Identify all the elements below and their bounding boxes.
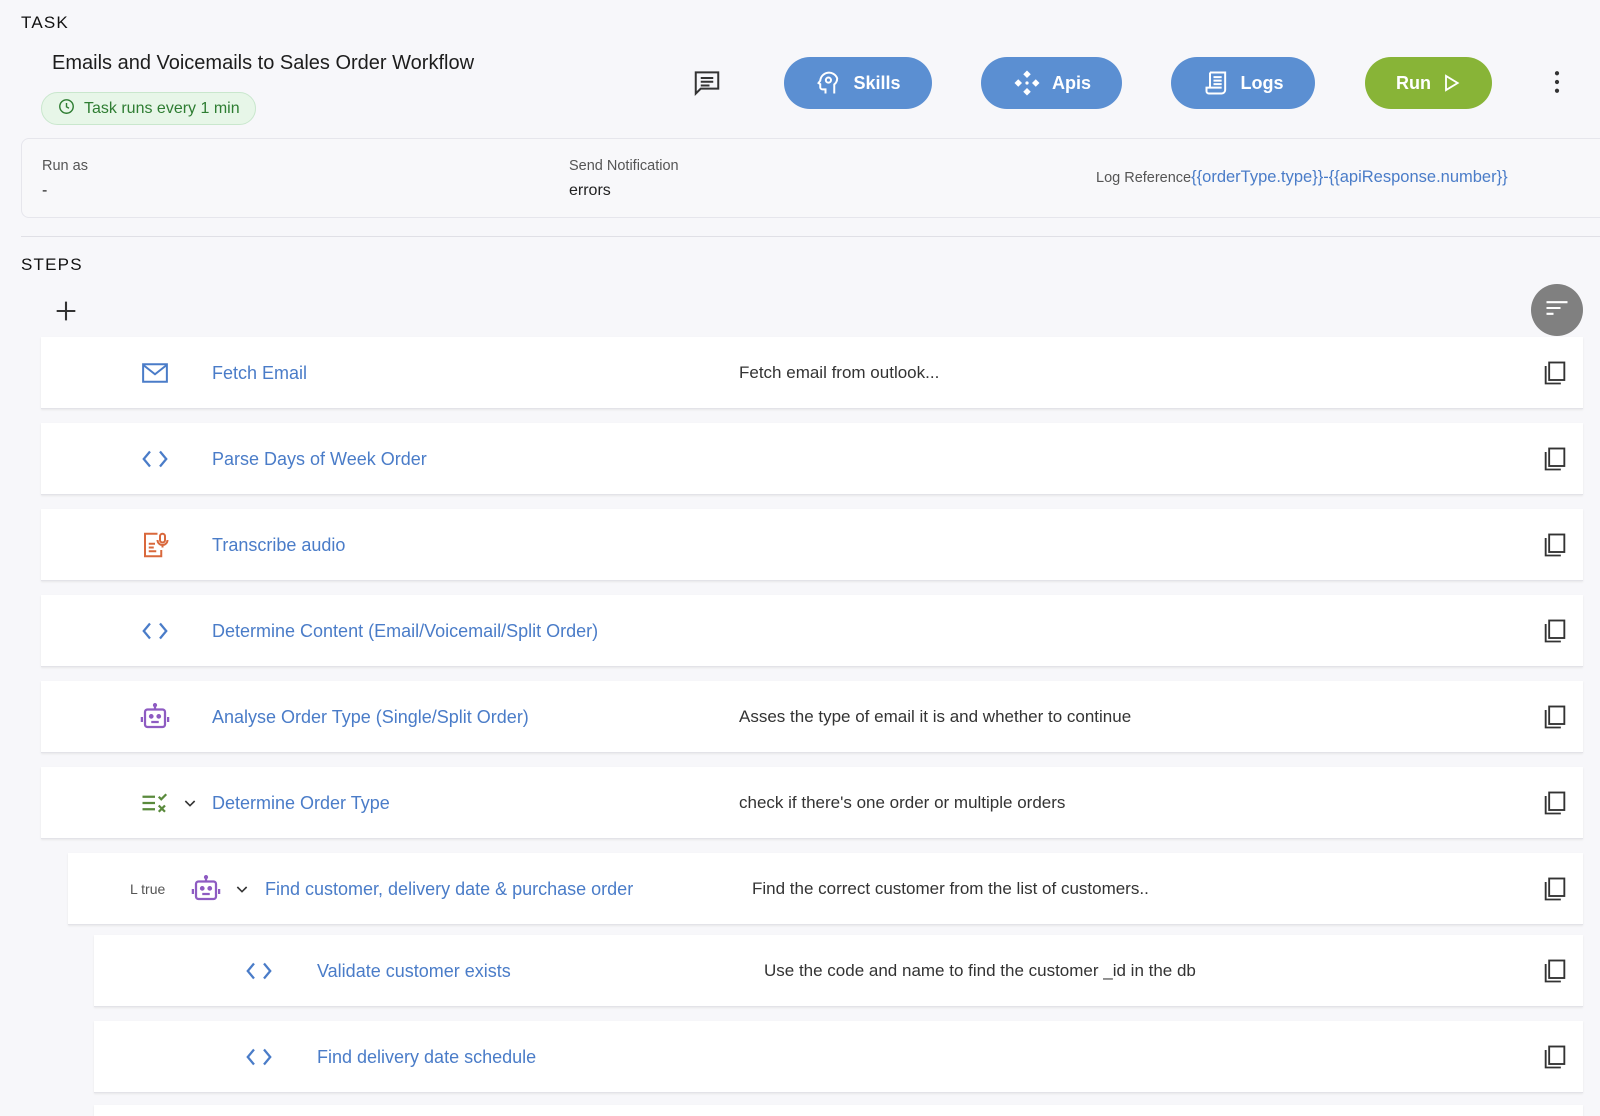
step-name[interactable]: Determine Content (Email/Voicemail/Split…: [212, 595, 598, 667]
log-reference-value[interactable]: {{orderType.type}}-{{apiResponse.number}…: [1191, 168, 1508, 187]
step-row-partial[interactable]: [94, 1105, 1583, 1116]
copy-icon[interactable]: [1539, 337, 1571, 409]
add-step-icon[interactable]: [52, 297, 80, 330]
steps-section-label: STEPS: [21, 255, 83, 274]
chevron-down-icon[interactable]: [234, 853, 250, 925]
copy-icon[interactable]: [1539, 681, 1571, 753]
log-reference: Log Reference {{orderType.type}}-{{apiRe…: [1096, 168, 1508, 187]
step-row[interactable]: L true Find customer, delivery date & pu…: [68, 853, 1583, 925]
logs-label: Logs: [1240, 72, 1284, 93]
clock-icon: [58, 98, 75, 120]
skills-icon: [815, 69, 843, 97]
step-description: check if there's one order or multiple o…: [739, 793, 1066, 812]
logs-icon: [1203, 69, 1231, 97]
more-options-icon[interactable]: [1543, 68, 1571, 101]
step-name[interactable]: Fetch Email: [212, 337, 307, 409]
step-name[interactable]: Determine Order Type: [212, 767, 390, 839]
branch-label: L true: [130, 881, 166, 897]
chevron-down-icon[interactable]: [182, 767, 198, 839]
robot-icon: [189, 853, 223, 925]
task-section-label: TASK: [21, 13, 69, 32]
task-info-card: Run as - Send Notification errors Log Re…: [21, 138, 1600, 218]
mail-icon: [138, 337, 172, 409]
run-as-value: -: [42, 182, 48, 199]
step-name[interactable]: Analyse Order Type (Single/Split Order): [212, 681, 529, 753]
step-name[interactable]: Find delivery date schedule: [317, 1021, 536, 1093]
step-name[interactable]: Transcribe audio: [212, 509, 345, 581]
condition-icon: [138, 767, 172, 839]
code-icon: [138, 423, 172, 495]
step-description: Fetch email from outlook...: [739, 363, 940, 382]
step-name[interactable]: Validate customer exists: [317, 935, 511, 1007]
step-row[interactable]: Analyse Order Type (Single/Split Order) …: [41, 681, 1583, 753]
transcribe-icon: [138, 509, 172, 581]
step-row[interactable]: Determine Order Type check if there's on…: [41, 767, 1583, 839]
apis-button[interactable]: Apis: [981, 57, 1122, 109]
copy-icon[interactable]: [1539, 1021, 1571, 1093]
step-row[interactable]: Parse Days of Week Order: [41, 423, 1583, 495]
run-as-label: Run as: [42, 158, 88, 174]
code-icon: [138, 595, 172, 667]
step-row[interactable]: Transcribe audio: [41, 509, 1583, 581]
run-label: Run: [1396, 72, 1431, 93]
schedule-chip[interactable]: Task runs every 1 min: [41, 92, 256, 125]
step-description: Asses the type of email it is and whethe…: [739, 707, 1132, 726]
copy-icon[interactable]: [1539, 767, 1571, 839]
comment-icon[interactable]: [692, 68, 722, 103]
step-row[interactable]: Validate customer exists Use the code an…: [94, 935, 1583, 1007]
code-icon: [242, 935, 276, 1007]
schedule-text: Task runs every 1 min: [84, 99, 240, 117]
copy-icon[interactable]: [1539, 509, 1571, 581]
copy-icon[interactable]: [1539, 853, 1571, 925]
copy-icon[interactable]: [1539, 423, 1571, 495]
skills-button[interactable]: Skills: [784, 57, 932, 109]
section-divider: [21, 236, 1600, 237]
apis-icon: [1012, 68, 1042, 98]
copy-icon[interactable]: [1539, 935, 1571, 1007]
step-row[interactable]: Find delivery date schedule: [94, 1021, 1583, 1093]
task-title: Emails and Voicemails to Sales Order Wor…: [52, 52, 475, 74]
sort-button[interactable]: [1531, 284, 1583, 336]
log-reference-label: Log Reference: [1096, 170, 1192, 186]
apis-label: Apis: [1051, 72, 1091, 93]
step-row[interactable]: Determine Content (Email/Voicemail/Split…: [41, 595, 1583, 667]
code-icon: [242, 1021, 276, 1093]
copy-icon[interactable]: [1539, 595, 1571, 667]
step-name[interactable]: Find customer, delivery date & purchase …: [265, 853, 633, 925]
robot-icon: [138, 681, 172, 753]
notification-value: errors: [569, 182, 611, 199]
run-button[interactable]: Run: [1365, 57, 1492, 109]
skills-label: Skills: [853, 72, 901, 93]
sort-icon: [1543, 294, 1571, 327]
logs-button[interactable]: Logs: [1171, 57, 1315, 109]
step-description: Use the code and name to find the custom…: [764, 961, 1196, 980]
step-description: Find the correct customer from the list …: [752, 879, 1149, 898]
step-name[interactable]: Parse Days of Week Order: [212, 423, 427, 495]
play-icon: [1441, 73, 1461, 93]
step-row[interactable]: Fetch Email Fetch email from outlook...: [41, 337, 1583, 409]
notification-label: Send Notification: [569, 158, 679, 174]
